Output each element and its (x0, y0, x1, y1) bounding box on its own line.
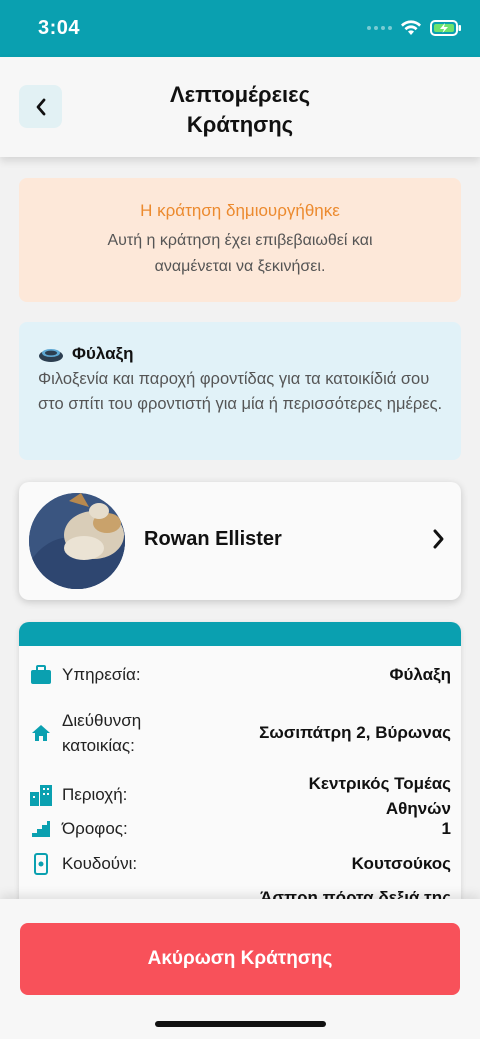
detail-value: Κεντρικός Τομέας Αθηνών (308, 774, 451, 818)
cellular-signal-icon (367, 26, 392, 30)
service-heading: Φύλαξη (38, 344, 134, 364)
chevron-right-icon (433, 529, 444, 549)
content-scroll[interactable]: Η κράτηση δημιουργήθηκε Αυτή η κράτηση έ… (0, 157, 480, 899)
notice-text-line2: αναμένεται να ξεκινήσει. (154, 258, 326, 275)
doorbell-icon (29, 852, 53, 876)
battery-charging-icon (430, 20, 461, 36)
service-card: Φύλαξη Φιλοξενία και παροχή φροντίδας γι… (19, 322, 461, 460)
details-card-accent-bar (19, 622, 461, 646)
pet-bed-icon (39, 349, 63, 362)
caretaker-name: Rowan Ellister (144, 528, 282, 550)
stairs-icon (29, 817, 53, 841)
detail-value: Άσπρη πόρτα δεξιά της (260, 888, 451, 899)
footer-bar: Ακύρωση Κράτησης (0, 899, 480, 1039)
caretaker-profile-card[interactable]: Rowan Ellister (19, 482, 461, 600)
detail-value: Σωσιπάτρη 2, Βύρωνας (259, 723, 451, 742)
service-description: Φιλοξενία και παροχή φροντίδας για τα κα… (38, 370, 443, 413)
detail-value: 1 (441, 819, 451, 838)
avatar (29, 493, 125, 589)
wifi-icon (401, 20, 421, 35)
cancel-booking-button[interactable]: Ακύρωση Κράτησης (20, 923, 460, 995)
notice-title: Η κράτηση δημιουργήθηκε (140, 201, 340, 220)
status-time: 3:04 (38, 17, 81, 39)
status-icons (367, 20, 462, 36)
back-button[interactable] (19, 85, 62, 128)
detail-label: Όροφος: (62, 819, 128, 838)
app-header: Λεπτομέρειες Κράτησης (0, 57, 480, 157)
home-indicator[interactable] (155, 1021, 326, 1027)
buildings-icon (29, 783, 53, 807)
briefcase-icon (29, 663, 53, 687)
notice-text-line1: Αυτή η κράτηση έχει επιβεβαιωθεί και (107, 232, 373, 249)
chevron-left-icon (36, 98, 45, 115)
booking-status-notice: Η κράτηση δημιουργήθηκε Αυτή η κράτηση έ… (19, 178, 461, 302)
detail-label: Περιοχή: (62, 785, 128, 804)
home-icon (29, 721, 53, 745)
detail-label: Διεύθυνση κατοικίας: (62, 711, 142, 755)
detail-value: Φύλαξη (389, 665, 451, 684)
status-bar: 3:04 (0, 0, 480, 57)
detail-label: Κουδούνι: (62, 854, 138, 873)
detail-value: Κουτσούκος (351, 854, 451, 873)
service-title: Φύλαξη (72, 344, 134, 363)
booking-details-card: Υπηρεσία: Φύλαξη Διεύθυνση κατοικίας: Σω… (19, 622, 461, 899)
page-title: Λεπτομέρειες Κράτησης (169, 82, 311, 137)
detail-label: Υπηρεσία: (62, 665, 141, 684)
